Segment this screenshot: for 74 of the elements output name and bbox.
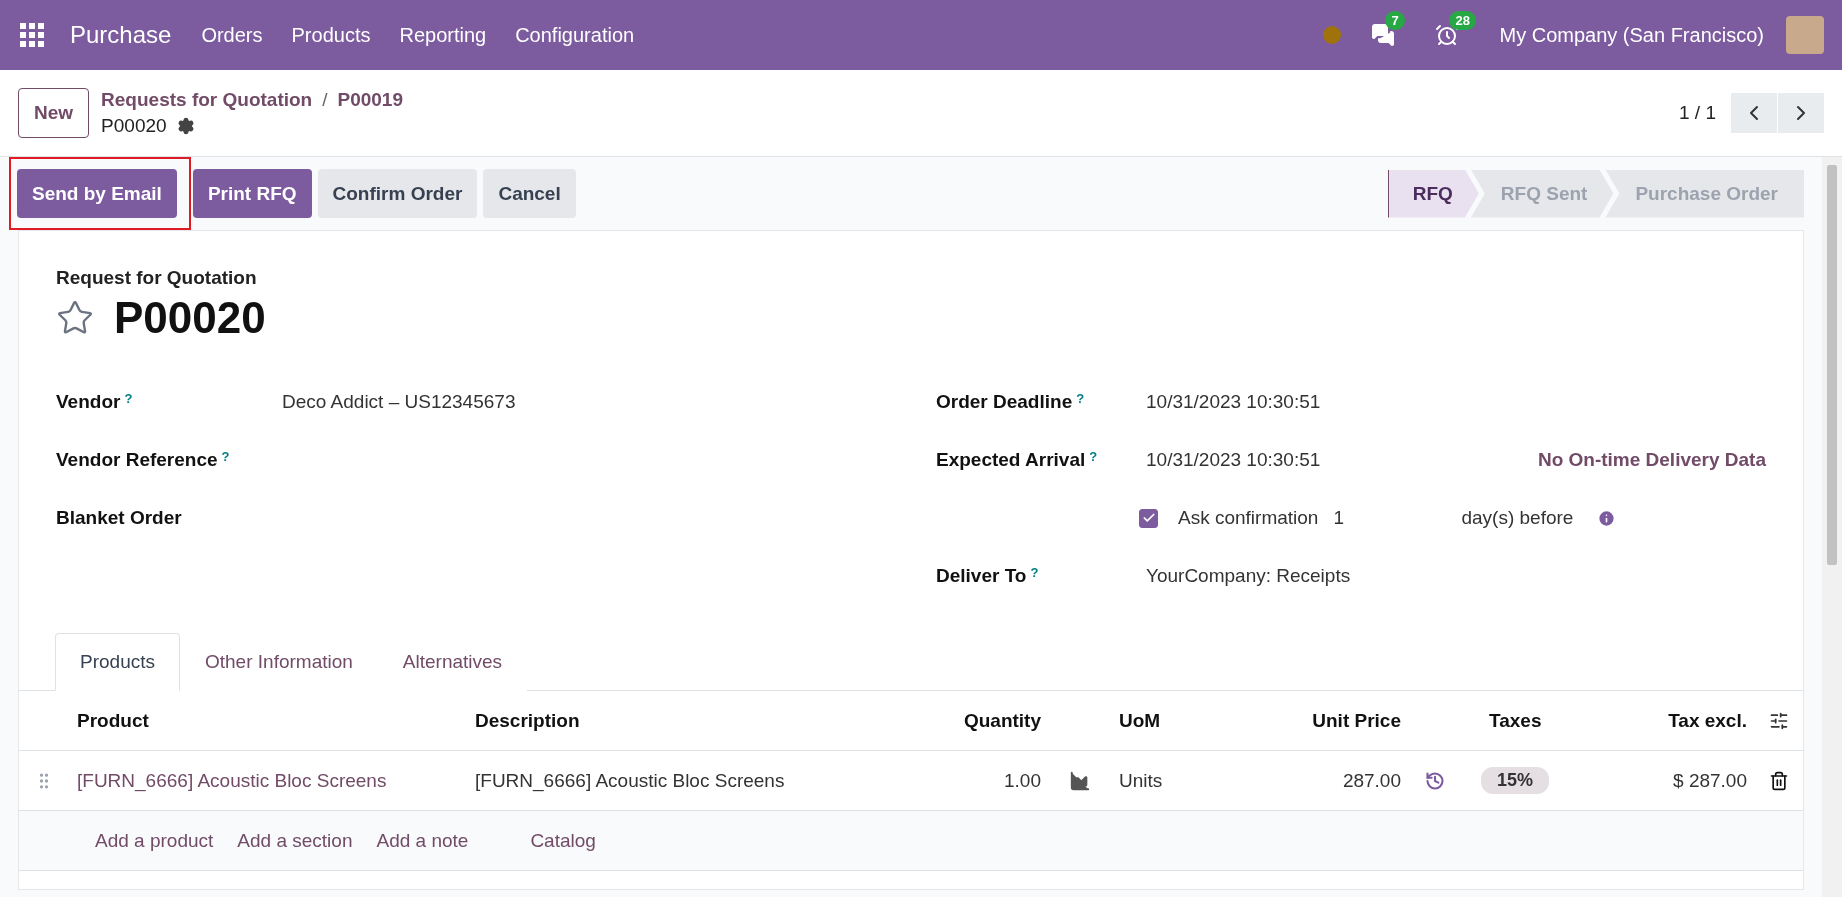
record-title: P00020 xyxy=(114,293,266,343)
status-dot[interactable] xyxy=(1323,26,1342,44)
delete-icon[interactable] xyxy=(1769,770,1789,791)
check-icon xyxy=(1141,511,1156,525)
table-cell-text: Units xyxy=(1118,769,1164,792)
tax-tag: 15% xyxy=(1481,767,1550,794)
checkbox-label: Ask confirmation xyxy=(1178,507,1319,529)
column-header[interactable]: Product xyxy=(69,709,467,732)
breadcrumb-link[interactable]: Requests for Quotation xyxy=(101,89,313,111)
field-label: Vendor xyxy=(56,391,121,413)
field-label: Deliver To xyxy=(936,565,1027,587)
field-value[interactable]: Deco Addict – US12345673 xyxy=(282,391,516,413)
table-cell-text: 287.00 xyxy=(1341,769,1402,792)
breadcrumb-separator: / xyxy=(322,89,328,111)
next-button[interactable] xyxy=(1778,93,1824,133)
breadcrumb-link[interactable]: P00019 xyxy=(337,89,403,111)
notebook-tab[interactable]: Products xyxy=(55,633,180,691)
info-icon[interactable] xyxy=(1597,508,1617,528)
add-line-link[interactable]: Add a product xyxy=(95,829,214,852)
table-cell-text: $ 287.00 xyxy=(1672,769,1748,792)
menu-item[interactable]: Products xyxy=(291,23,371,47)
column-header[interactable]: Quantity xyxy=(899,709,1049,732)
column-header[interactable]: UoM xyxy=(1111,709,1261,732)
days-value[interactable]: 1 xyxy=(1333,507,1462,529)
help-tooltip-mark[interactable]: ? xyxy=(124,391,133,413)
table-cell-text: 1.00 xyxy=(1003,769,1042,792)
add-line-link[interactable]: Catalog xyxy=(530,829,596,852)
star-icon[interactable] xyxy=(56,299,94,337)
company-switcher[interactable]: My Company (San Francisco) xyxy=(1499,23,1764,47)
help-tooltip-mark[interactable]: ? xyxy=(221,449,230,471)
action-button[interactable]: Print RFQ xyxy=(192,169,312,218)
field-label: Blanket Order xyxy=(56,507,182,529)
action-button[interactable]: Send by Email xyxy=(17,169,177,218)
scrollbar-thumb[interactable] xyxy=(1827,165,1837,565)
messages-count: 7 xyxy=(1385,11,1405,30)
area-chart-icon[interactable] xyxy=(1069,769,1091,792)
add-line-link[interactable]: Add a note xyxy=(376,829,469,852)
help-tooltip-mark[interactable]: ? xyxy=(1030,565,1039,587)
previous-button[interactable] xyxy=(1731,93,1777,133)
status-stage[interactable]: RFQ xyxy=(1387,169,1479,218)
field-label: Vendor Reference xyxy=(56,449,218,471)
menu-item[interactable]: Configuration xyxy=(515,23,635,47)
field-label: Expected Arrival xyxy=(936,449,1086,471)
help-tooltip-mark[interactable]: ? xyxy=(1089,449,1098,471)
menu-item[interactable]: Reporting xyxy=(399,23,487,47)
form-subtitle: Request for Quotation xyxy=(56,267,258,289)
history-icon[interactable] xyxy=(1425,770,1445,791)
activities-count: 28 xyxy=(1449,11,1476,30)
field-value[interactable]: 10/31/2023 10:30:51 xyxy=(1146,449,1321,471)
column-header[interactable]: Description xyxy=(467,709,899,732)
column-header[interactable]: Unit Price xyxy=(1261,709,1409,732)
add-line-link[interactable]: Add a section xyxy=(237,829,353,852)
menu-item[interactable]: Orders xyxy=(201,23,263,47)
delivery-data-link[interactable]: No On-time Delivery Data xyxy=(1537,449,1766,471)
product-link[interactable]: [FURN_6666] Acoustic Bloc Screens xyxy=(69,769,467,792)
new-button[interactable]: New xyxy=(18,88,90,138)
apps-grid-icon[interactable] xyxy=(20,23,44,47)
settings-icon[interactable] xyxy=(176,117,195,135)
field-value[interactable]: YourCompany: Receipts xyxy=(1146,565,1351,587)
pager-value: 1 / 1 xyxy=(1679,102,1716,124)
app-name[interactable]: Purchase xyxy=(70,21,172,49)
help-tooltip-mark[interactable]: ? xyxy=(1076,391,1085,413)
record-name: P00020 xyxy=(101,115,167,137)
chat-icon[interactable] xyxy=(1371,23,1396,47)
action-button[interactable]: Confirm Order xyxy=(317,169,478,218)
action-button[interactable]: Cancel xyxy=(483,169,576,218)
column-header[interactable]: Tax excl. xyxy=(1641,709,1755,732)
field-label: Order Deadline xyxy=(936,391,1073,413)
table-cell-text: [FURN_6666] Acoustic Bloc Screens xyxy=(474,769,786,792)
column-header[interactable]: Taxes xyxy=(1461,709,1641,732)
field-value[interactable]: 10/31/2023 10:30:51 xyxy=(1146,391,1321,413)
checkbox[interactable] xyxy=(1139,508,1158,528)
days-suffix: day(s) before xyxy=(1461,507,1574,529)
column-settings-icon[interactable] xyxy=(1769,710,1789,731)
